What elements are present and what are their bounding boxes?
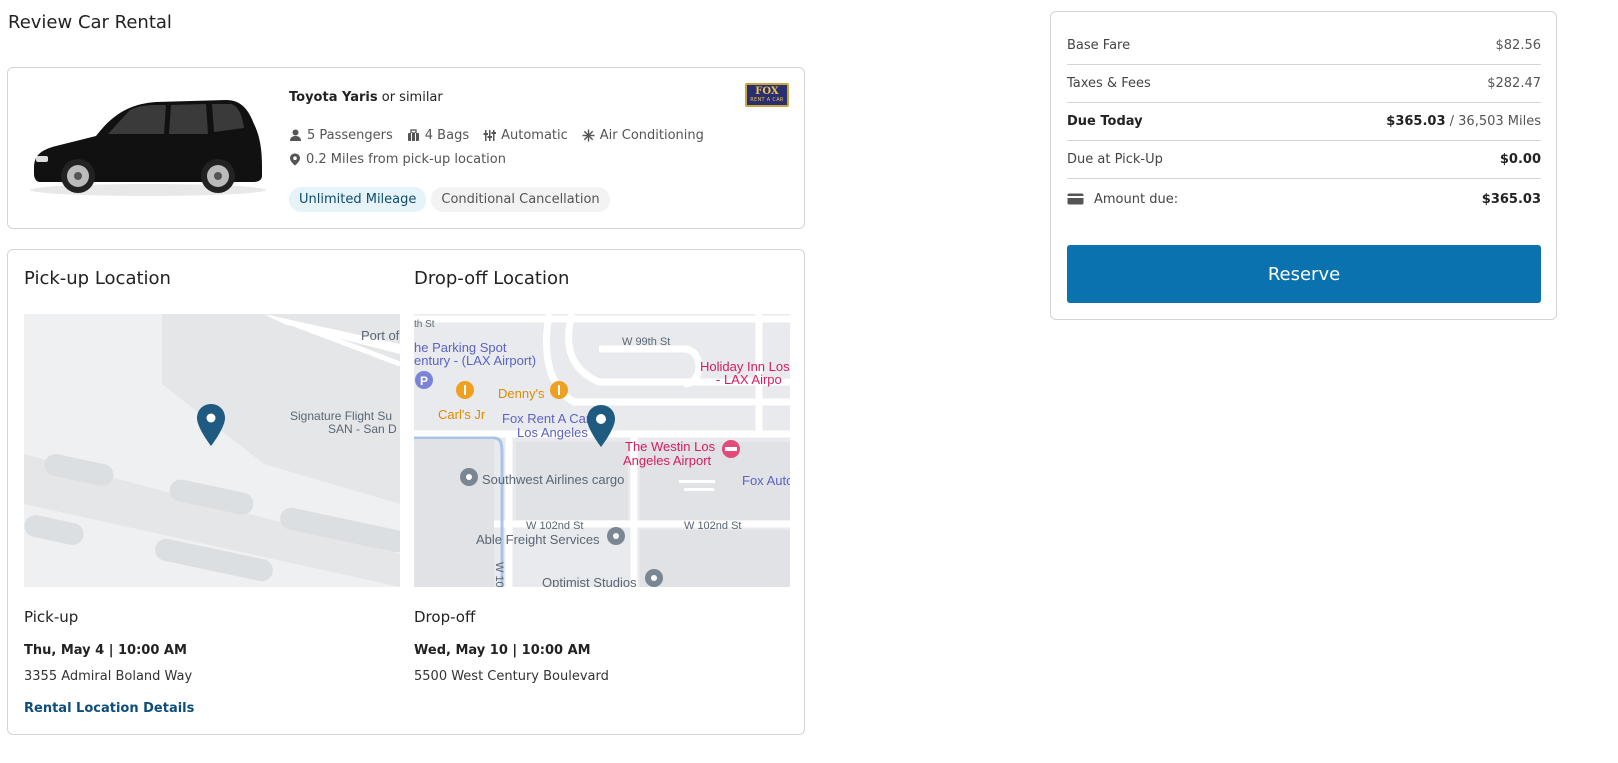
gray-poi-icon [607,527,625,545]
due-at-pickup-row: Due at Pick-Up $0.00 [1067,141,1541,179]
map-label-fox1: Fox Rent A Car [502,411,591,426]
page-title: Review Car Rental [8,12,172,33]
base-fare-value: $82.56 [1495,38,1542,53]
base-fare-label: Base Fare [1067,38,1131,53]
map-label-signature: Signature Flight Su [290,409,392,423]
taxes-fees-row: Taxes & Fees $282.47 [1067,65,1541,103]
chip-conditional-cancellation: Conditional Cancellation [431,187,610,212]
map-label-westin2: Angeles Airport [623,453,712,468]
dropoff-datetime: Wed, May 10 | 10:00 AM [414,643,591,658]
dropoff-label: Drop-off [414,608,476,626]
pickup-label: Pick-up [24,608,79,626]
car-features: 5 Passengers 4 Bags Automatic Air Condit… [289,128,704,143]
amount-due-row: Amount due: $365.03 [1067,180,1541,218]
map-label-w99: W 99th St [622,336,670,348]
restaurant-icon [550,381,568,399]
map-label-dennys: Denny's [498,386,545,401]
logo-text-sub: RENT A CAR [750,97,784,103]
map-label-w102a: W 102nd St [526,520,583,532]
map-label-optimist: Optimist Studios [542,575,637,587]
taxes-fees-value: $282.47 [1487,76,1541,91]
transmission-icon [483,130,497,141]
map-label-parking2: entury - (LAX Airport) [414,353,536,368]
due-today-amount: $365.03 [1386,114,1446,129]
rental-location-details-link[interactable]: Rental Location Details [24,701,194,716]
map-label-able: Able Freight Services [476,532,600,547]
feature-passengers: 5 Passengers [289,128,393,143]
feature-label: 5 Passengers [307,128,393,143]
dropoff-column: Drop-off Location th St W 99th St he Par… [414,250,790,734]
base-fare-row: Base Fare $82.56 [1067,27,1541,65]
map-label-port: Port of [361,328,400,343]
person-icon [290,129,301,141]
dropoff-address: 5500 West Century Boulevard [414,669,609,684]
price-summary-card: Base Fare $82.56 Taxes & Fees $282.47 Du… [1050,11,1557,320]
map-label-fox2: Los Angeles [517,425,588,440]
pickup-heading: Pick-up Location [24,268,171,289]
map-label-w102b: W 102nd St [684,520,741,532]
restaurant-icon [456,381,474,399]
pickup-datetime: Thu, May 4 | 10:00 AM [24,643,187,658]
map-label-carls: Carl's Jr [438,407,486,422]
car-name: Toyota Yaris or similar [289,90,443,105]
feature-label: 4 Bags [424,128,470,143]
snowflake-icon [582,129,595,142]
map-label-holiday2: - LAX Airpo [716,372,782,387]
car-model: Toyota Yaris [289,90,378,105]
car-image [30,100,266,196]
distance-text: 0.2 Miles from pick-up location [306,152,506,167]
gray-poi-icon [460,468,478,486]
pickup-column: Pick-up Location Port of Signature Fligh… [24,250,400,734]
feature-label: Automatic [501,128,568,143]
due-today-separator: / [1445,114,1459,129]
car-card: Toyota Yaris or similar FOX RENT A CAR 5… [7,67,805,229]
amount-due-value: $365.03 [1481,191,1541,207]
feature-bags: 4 Bags [407,128,469,143]
parking-icon: P [415,371,433,389]
map-label-southwest: Southwest Airlines cargo [482,472,624,487]
feature-transmission: Automatic [483,128,568,143]
taxes-fees-label: Taxes & Fees [1067,76,1151,91]
distance-info: 0.2 Miles from pick-up location [289,152,506,167]
fox-rent-a-car-logo: FOX RENT A CAR [745,83,789,107]
due-today-label: Due Today [1067,114,1143,129]
map-label-street-top: th St [414,319,435,330]
car-similar: or similar [381,90,443,105]
due-today-row: Due Today $365.03 / 36,503 Miles [1067,103,1541,141]
logo-text-main: FOX [755,86,779,97]
dropoff-map[interactable]: th St W 99th St he Parking Spot entury -… [414,314,790,587]
due-today-miles: 36,503 Miles [1458,114,1541,129]
feature-air-conditioning: Air Conditioning [582,128,704,143]
bag-icon [407,129,419,141]
map-label-san: SAN - San D [328,422,397,436]
hotel-icon [722,440,740,458]
location-pin-icon [290,153,300,166]
reserve-button[interactable]: Reserve [1067,245,1541,303]
location-card: Pick-up Location Port of Signature Fligh… [7,249,805,735]
due-today-value: $365.03 / 36,503 Miles [1386,114,1541,129]
pickup-address: 3355 Admiral Boland Way [24,669,193,684]
rental-chips: Unlimited Mileage Conditional Cancellati… [289,187,610,212]
svg-text:P: P [420,374,428,388]
map-label-w10: W 10 [493,562,505,587]
amount-due-label: Amount due: [1094,191,1179,207]
gray-poi-icon [645,569,663,587]
credit-card-icon [1067,193,1084,205]
dropoff-heading: Drop-off Location [414,268,570,289]
amount-due-label-group: Amount due: [1067,192,1178,207]
due-at-pickup-value: $0.00 [1499,152,1541,167]
feature-label: Air Conditioning [599,128,704,143]
due-at-pickup-label: Due at Pick-Up [1067,152,1163,167]
map-label-westin1: The Westin Los [625,439,716,454]
chip-unlimited-mileage: Unlimited Mileage [289,187,427,212]
map-label-foxauto: Fox Auto [742,473,790,488]
pickup-map[interactable]: Port of Signature Flight Su SAN - San D [24,314,400,587]
